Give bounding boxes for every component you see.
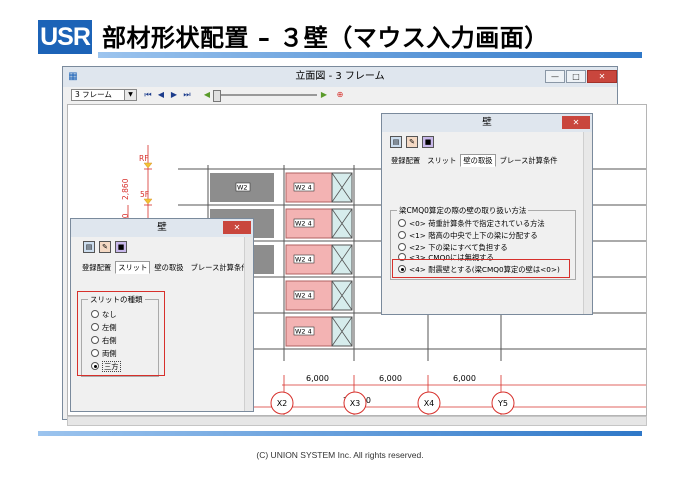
last-frame-icon[interactable]: ⏭ [182, 89, 192, 101]
dialog-scrollbar[interactable] [244, 237, 253, 411]
cube-icon[interactable]: ■ [422, 136, 434, 148]
maximize-button[interactable]: □ [566, 70, 586, 83]
highlight-box [392, 259, 570, 278]
wall-tag: W2 4 [295, 184, 312, 192]
floor-label: RF [139, 154, 149, 163]
wall-tag: W2 4 [295, 220, 312, 228]
zoom-slider[interactable] [213, 90, 317, 102]
cube-icon[interactable]: ■ [115, 241, 127, 253]
zoom-slider-thumb[interactable] [213, 90, 221, 102]
dialog-titlebar: 壁 ✕ [382, 114, 592, 132]
slide-title: 部材形状配置 – ３壁（マウス入力画面） [102, 24, 549, 52]
floor-label: 5F [140, 190, 149, 199]
tab-brace-conditions[interactable]: ブレース計算条件 [188, 261, 252, 274]
tab-registration[interactable]: 登録配置 [388, 154, 423, 167]
dialog-title: 壁 [157, 222, 167, 233]
dialog-tabs: 登録配置 スリット 壁の取扱 ブレース計算条件 [388, 154, 562, 167]
axis-label: X4 [424, 399, 435, 408]
axis-bubbles: X2 X3 X4 Y5 [270, 391, 515, 415]
span-label: 6,000 [453, 374, 476, 383]
wall-dialog-slit: 壁 ✕ ▤ ✎ ■ 登録配置 スリット 壁の取扱 ブレース計算条件 スリットの種類 な… [70, 218, 254, 412]
tab-slit[interactable]: スリット [424, 154, 459, 167]
edit-icon[interactable]: ✎ [99, 241, 111, 253]
dialog-scrollbar[interactable] [583, 132, 592, 314]
wall-tag: W2 4 [295, 328, 312, 336]
tab-brace-conditions[interactable]: ブレース計算条件 [497, 154, 561, 167]
title-underline [98, 52, 642, 58]
frame-select[interactable]: 3 フレーム ▼ [71, 89, 137, 101]
minimize-button[interactable]: — [545, 70, 565, 83]
story-height-label: 2,860 [121, 178, 130, 200]
wall-tag: W2 4 [295, 292, 312, 300]
dialog-title: 壁 [482, 117, 492, 128]
frame-select-value: 3 フレーム [75, 90, 112, 99]
window-toolbar: 3 フレーム ▼ ⏮ ◀ ▶ ⏭ ◀ ▶ ⊕ [63, 87, 617, 103]
slider-right-icon[interactable]: ▶ [319, 89, 329, 101]
radio-option-0[interactable]: <0> 荷重計算条件で指定されている方法 [398, 218, 545, 229]
axis-label: Y5 [497, 399, 508, 408]
dialog-tabs: 登録配置 スリット 壁の取扱 ブレース計算条件 [79, 261, 253, 274]
first-frame-icon[interactable]: ⏮ [143, 89, 153, 101]
axis-label: X2 [277, 399, 288, 408]
span-label: 6,000 [379, 374, 402, 383]
cmq-method-group-label: 梁CMQ0算定の際の壁の取り扱い方法 [397, 205, 529, 216]
dialog-close-button[interactable]: ✕ [223, 221, 251, 234]
radio-option-1[interactable]: <1> 階高の中央で上下の梁に分配する [398, 230, 538, 241]
axis-label: X3 [350, 399, 361, 408]
tab-wall-handling[interactable]: 壁の取扱 [151, 261, 186, 274]
slider-left-icon[interactable]: ◀ [202, 89, 212, 101]
dialog-titlebar: 壁 ✕ [71, 219, 253, 237]
prev-frame-icon[interactable]: ◀ [156, 89, 166, 101]
usr-logo: USR [38, 20, 92, 54]
footer-bar [38, 431, 642, 436]
next-frame-icon[interactable]: ▶ [169, 89, 179, 101]
span-label: 6,000 [306, 374, 329, 383]
window-titlebar: ▦ 立面図 - 3 フレーム — □ ✕ [63, 67, 617, 87]
grid-icon[interactable]: ▤ [83, 241, 95, 253]
window-title: 立面図 - 3 フレーム [295, 71, 385, 82]
crosshair-icon[interactable]: ⊕ [335, 89, 345, 101]
dialog-close-button[interactable]: ✕ [562, 116, 590, 129]
grid-icon[interactable]: ▤ [390, 136, 402, 148]
wall-tag: W2 4 [295, 256, 312, 264]
copyright-text: (C) UNION SYSTEM Inc. All rights reserve… [256, 450, 424, 460]
highlight-box [77, 291, 165, 376]
edit-icon[interactable]: ✎ [406, 136, 418, 148]
chevron-down-icon: ▼ [124, 90, 136, 100]
tab-registration[interactable]: 登録配置 [79, 261, 114, 274]
app-icon: ▦ [68, 71, 78, 82]
close-button[interactable]: ✕ [587, 70, 617, 83]
wall-dialog-handling: 壁 ✕ ▤ ✎ ■ 登録配置 スリット 壁の取扱 ブレース計算条件 梁CMQ0算定の際… [381, 113, 593, 315]
tab-wall-handling[interactable]: 壁の取扱 [460, 154, 496, 167]
wall-tag: W2 [237, 184, 248, 192]
tab-slit[interactable]: スリット [115, 261, 151, 274]
